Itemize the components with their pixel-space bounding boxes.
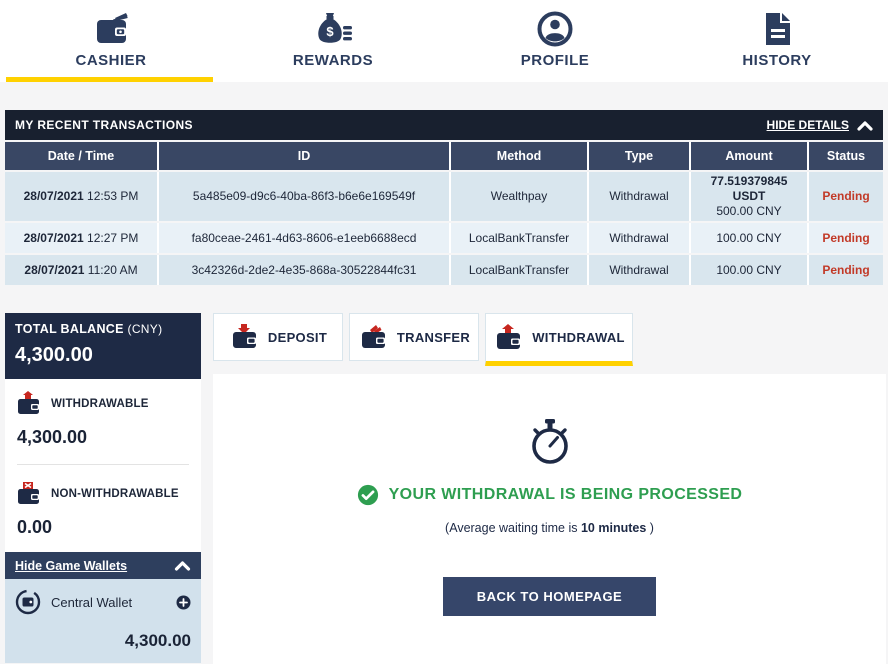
table-row: 28/07/2021 12:27 PM fa80ceae-2461-4d63-8… <box>5 223 883 253</box>
balance-sidebar: TOTAL BALANCE (CNY) 4,300.00 WITHDRAWABL… <box>5 313 201 664</box>
wallet-tabs: DEPOSIT TRANSFER <box>213 313 886 366</box>
withdrawable-row: WITHDRAWABLE <box>15 391 191 417</box>
cell-date-time: 28/07/2021 12:27 PM <box>5 223 157 253</box>
total-balance-label: TOTAL BALANCE (CNY) <box>15 322 191 336</box>
status-badge: Pending <box>809 255 883 285</box>
non-withdrawable-wallet-icon <box>15 481 42 507</box>
tab-transfer-label: TRANSFER <box>397 330 470 345</box>
cell-id: fa80ceae-2461-4d63-8606-e1eeb6688ecd <box>159 223 449 253</box>
total-balance-value: 4,300.00 <box>15 344 191 367</box>
cell-date-time: 28/07/2021 12:53 PM <box>5 172 157 221</box>
add-icon[interactable] <box>176 595 191 610</box>
cell-method: LocalBankTransfer <box>451 255 587 285</box>
wallet-icon <box>90 9 132 49</box>
svg-text:$: $ <box>326 24 334 39</box>
column-header-status: Status <box>809 142 883 170</box>
chevron-up-icon <box>857 120 873 131</box>
total-balance-currency: (CNY) <box>128 322 163 336</box>
hide-game-wallets-toggle[interactable]: Hide Game Wallets <box>5 552 201 579</box>
nav-label-cashier: CASHIER <box>75 52 146 69</box>
nav-item-cashier[interactable]: CASHIER <box>0 0 222 82</box>
non-withdrawable-value: 0.00 <box>17 517 191 538</box>
hide-game-wallets-label: Hide Game Wallets <box>15 559 127 573</box>
cell-type: Withdrawal <box>589 223 689 253</box>
cell-amount: 100.00 CNY <box>691 223 807 253</box>
cell-date-time: 28/07/2021 11:20 AM <box>5 255 157 285</box>
nav-label-history: HISTORY <box>742 52 811 69</box>
deposit-wallet-icon <box>229 323 259 351</box>
processing-message: YOUR WITHDRAWAL IS BEING PROCESSED <box>389 486 743 504</box>
cell-type: Withdrawal <box>589 255 689 285</box>
cell-type: Withdrawal <box>589 172 689 221</box>
status-badge: Pending <box>809 223 883 253</box>
tab-transfer[interactable]: TRANSFER <box>349 313 479 361</box>
non-withdrawable-row: NON-WITHDRAWABLE <box>15 481 191 507</box>
nav-label-rewards: REWARDS <box>293 52 373 69</box>
withdrawal-status-panel: YOUR WITHDRAWAL IS BEING PROCESSED (Aver… <box>213 374 886 664</box>
table-row: 28/07/2021 11:20 AM 3c42326d-2de2-4e35-8… <box>5 255 883 285</box>
column-header-id: ID <box>159 142 449 170</box>
central-wallet-row: Central Wallet <box>15 589 191 615</box>
column-header-type: Type <box>589 142 689 170</box>
transactions-titlebar: MY RECENT TRANSACTIONS HIDE DETAILS <box>5 110 883 140</box>
history-icon <box>760 9 794 49</box>
lower-layout: TOTAL BALANCE (CNY) 4,300.00 WITHDRAWABL… <box>0 313 888 664</box>
column-header-method: Method <box>451 142 587 170</box>
hide-details-button[interactable]: HIDE DETAILS <box>767 118 873 132</box>
tab-deposit[interactable]: DEPOSIT <box>213 313 343 361</box>
tab-withdrawal[interactable]: WITHDRAWAL <box>485 313 633 366</box>
transfer-wallet-icon <box>358 323 388 351</box>
tab-deposit-label: DEPOSIT <box>268 330 327 345</box>
central-wallet-value: 4,300.00 <box>15 631 191 651</box>
non-withdrawable-label: NON-WITHDRAWABLE <box>51 488 179 500</box>
cell-id: 5a485e09-d9c6-40ba-86f3-b6e6e169549f <box>159 172 449 221</box>
recent-transactions-panel: MY RECENT TRANSACTIONS HIDE DETAILS Date… <box>5 110 883 285</box>
waiting-time-text: (Average waiting time is 10 minutes ) <box>445 521 654 535</box>
transactions-header-row: Date / Time ID Method Type Amount Status <box>5 142 883 170</box>
total-balance-block: TOTAL BALANCE (CNY) 4,300.00 <box>5 313 201 379</box>
central-wallet-icon <box>15 589 41 615</box>
withdrawable-label: WITHDRAWABLE <box>51 398 149 410</box>
hide-details-label: HIDE DETAILS <box>767 118 849 132</box>
status-badge: Pending <box>809 172 883 221</box>
withdrawable-wallet-icon <box>15 391 42 417</box>
active-tab-underline <box>6 77 213 82</box>
check-circle-icon <box>357 484 379 506</box>
divider <box>17 464 189 465</box>
column-header-date: Date / Time <box>5 142 157 170</box>
balance-box: WITHDRAWABLE 4,300.00 NON-WITHDRAWABLE 0… <box>5 379 201 552</box>
rewards-icon: $ <box>313 9 353 49</box>
nav-label-profile: PROFILE <box>521 52 590 69</box>
cell-id: 3c42326d-2de2-4e35-868a-30522844fc31 <box>159 255 449 285</box>
nav-item-rewards[interactable]: $ REWARDS <box>222 0 444 82</box>
back-to-homepage-button[interactable]: BACK TO HOMEPAGE <box>443 577 656 616</box>
cell-method: Wealthpay <box>451 172 587 221</box>
tab-withdrawal-label: WITHDRAWAL <box>532 330 625 345</box>
withdrawal-wallet-icon <box>493 324 523 352</box>
nav-item-profile[interactable]: PROFILE <box>444 0 666 82</box>
stopwatch-icon <box>526 418 574 466</box>
cell-amount: 100.00 CNY <box>691 255 807 285</box>
chevron-up-icon <box>174 560 191 571</box>
column-header-amount: Amount <box>691 142 807 170</box>
profile-icon <box>536 9 574 49</box>
cell-amount: 77.519379845 USDT 500.00 CNY <box>691 172 807 221</box>
top-navigation: CASHIER $ REWARDS PROFILE <box>0 0 888 82</box>
nav-item-history[interactable]: HISTORY <box>666 0 888 82</box>
central-wallet-section: Central Wallet 4,300.00 <box>5 579 201 663</box>
main-content: DEPOSIT TRANSFER <box>213 313 886 664</box>
transactions-title: MY RECENT TRANSACTIONS <box>15 118 193 132</box>
processing-message-row: YOUR WITHDRAWAL IS BEING PROCESSED <box>357 484 743 506</box>
central-wallet-label: Central Wallet <box>51 595 166 610</box>
cell-method: LocalBankTransfer <box>451 223 587 253</box>
withdrawable-value: 4,300.00 <box>17 427 191 448</box>
table-row: 28/07/2021 12:53 PM 5a485e09-d9c6-40ba-8… <box>5 172 883 221</box>
